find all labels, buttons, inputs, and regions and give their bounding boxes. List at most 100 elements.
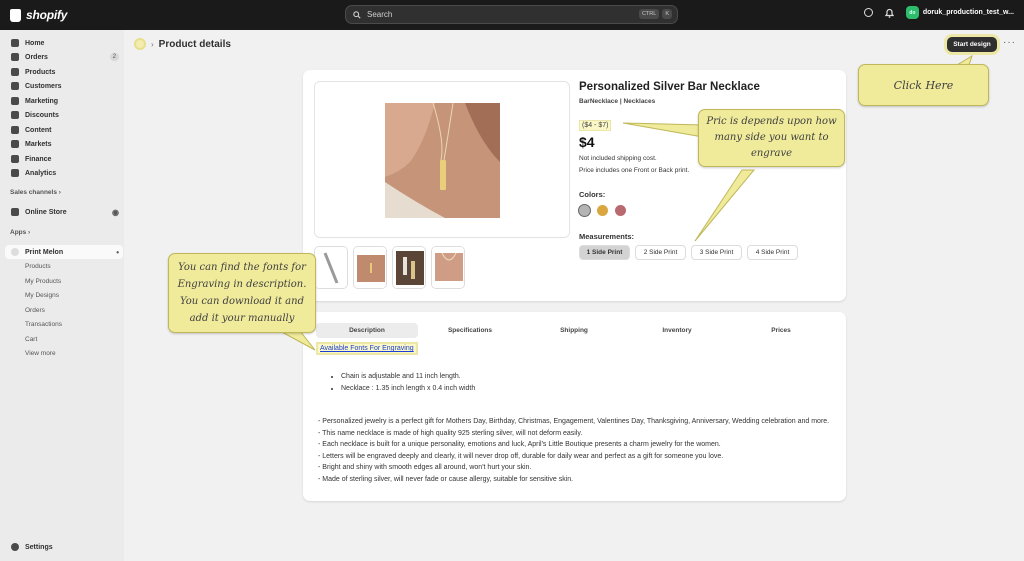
color-swatch-gold[interactable]: [597, 205, 608, 216]
list-item: Chain is adjustable and 11 inch length.: [341, 373, 475, 380]
app-subitem-transactions[interactable]: Transactions: [25, 321, 62, 328]
list-item: Necklace : 1.35 inch length x 0.4 inch w…: [341, 385, 475, 392]
tab-specifications[interactable]: Specifications: [419, 323, 521, 338]
kbd-ctrl: CTRL: [638, 9, 660, 19]
tab-shipping[interactable]: Shipping: [523, 323, 625, 338]
print-melon-logo-icon[interactable]: [134, 38, 146, 50]
sales-channels-heading[interactable]: Sales channels ›: [10, 189, 61, 196]
sidebar-item-customers[interactable]: Customers: [5, 79, 123, 93]
app-subitem-orders[interactable]: Orders: [25, 307, 45, 314]
sidebar-item-label: Finance: [25, 155, 52, 163]
sidebar-item-content[interactable]: Content: [5, 123, 123, 137]
orders-count-badge: 2: [109, 53, 119, 61]
product-category: Necklaces: [623, 98, 656, 105]
sidebar-item-print-melon[interactable]: Print Melon •: [5, 245, 123, 259]
store-menu[interactable]: do doruk_production_test_w...: [905, 6, 1014, 19]
person-icon: [11, 82, 19, 90]
sidebar-item-label: Home: [25, 39, 45, 47]
sidebar-item-finance[interactable]: Finance: [5, 152, 123, 166]
description-line: - Each necklace is built for a unique pe…: [318, 441, 721, 448]
sidebar-item-label: Analytics: [25, 169, 57, 177]
sidebar-item-settings[interactable]: Settings: [5, 540, 123, 554]
measurement-3-side[interactable]: 3 Side Print: [691, 245, 742, 260]
tab-description[interactable]: Description: [316, 323, 418, 338]
colors-label: Colors:: [579, 190, 606, 199]
fonts-for-engraving-link[interactable]: Available Fonts For Engraving: [318, 344, 416, 353]
app-subitem-my-products[interactable]: My Products: [25, 278, 61, 285]
sidebar-item-label: Settings: [25, 543, 53, 551]
gear-icon: [11, 543, 19, 551]
callout-price-note: Pric is depends upon how many side you w…: [698, 109, 845, 167]
sidebar-item-markets[interactable]: Markets: [5, 137, 123, 151]
search-bar[interactable]: Search CTRL K: [345, 5, 678, 24]
store-name: doruk_production_test_w...: [922, 9, 1014, 16]
print-melon-icon: [11, 248, 19, 256]
logo-text: shopify: [26, 8, 68, 22]
page-title: Product details: [158, 38, 231, 50]
product-thumbnail[interactable]: [392, 246, 426, 289]
bank-icon: [11, 155, 19, 163]
sidebar-item-label: Print Melon: [25, 248, 64, 256]
chevron-right-icon: ›: [151, 39, 154, 49]
sidebar-item-online-store[interactable]: Online Store ◉: [5, 205, 123, 219]
print-note: Price includes one Front or Back print.: [579, 167, 690, 174]
app-subitem-my-designs[interactable]: My Designs: [25, 292, 59, 299]
store-avatar: do: [905, 6, 919, 19]
shopify-logo[interactable]: shopify: [10, 8, 67, 22]
description-line: - Personalized jewelry is a perfect gift…: [318, 418, 830, 425]
orders-icon: [11, 53, 19, 61]
color-swatch-rose[interactable]: [615, 205, 626, 216]
app-subitem-view-more[interactable]: View more: [25, 350, 56, 357]
apps-heading[interactable]: Apps ›: [10, 229, 30, 236]
sidebar-item-label: Discounts: [25, 111, 59, 119]
product-thumbnail[interactable]: [431, 246, 465, 289]
start-design-button[interactable]: Start design: [947, 37, 997, 52]
sidebar-item-orders[interactable]: Orders 2: [5, 50, 123, 64]
store-icon: [11, 208, 19, 216]
product-title: Personalized Silver Bar Necklace: [579, 81, 760, 93]
tab-prices[interactable]: Prices: [730, 323, 832, 338]
search-placeholder: Search: [367, 10, 393, 19]
product-brand: BarNecklace: [579, 98, 619, 105]
search-shortcut: CTRL K: [638, 9, 672, 19]
eye-icon[interactable]: ◉: [112, 208, 119, 217]
pin-icon[interactable]: •: [116, 248, 119, 257]
color-swatch-silver[interactable]: [579, 205, 590, 216]
app-subitem-products[interactable]: Products: [25, 263, 51, 270]
product-thumbnail[interactable]: [353, 246, 387, 289]
description-line: - Letters will be engraved deeply and cl…: [318, 452, 724, 460]
tab-inventory[interactable]: Inventory: [626, 323, 728, 338]
sidekick-icon[interactable]: [863, 8, 873, 17]
necklace-photo-icon: [315, 82, 569, 237]
more-actions-icon[interactable]: ···: [1003, 37, 1016, 48]
details-card: Description Specifications Shipping Inve…: [303, 312, 846, 501]
sidebar-item-marketing[interactable]: Marketing: [5, 94, 123, 108]
app-subitem-cart[interactable]: Cart: [25, 336, 37, 343]
product-thumbnail[interactable]: [314, 246, 348, 289]
content-icon: [11, 126, 19, 134]
sidebar: Home Orders 2 Products Customers Marketin…: [0, 30, 124, 561]
measurement-2-side[interactable]: 2 Side Print: [635, 245, 686, 260]
callout-click-here: Click Here: [858, 64, 989, 106]
measurement-4-side[interactable]: 4 Side Print: [747, 245, 798, 260]
product-meta: BarNecklace | Necklaces: [579, 98, 656, 105]
measurement-1-side[interactable]: 1 Side Print: [579, 245, 630, 260]
description-line: - Made of sterling silver, will never fa…: [318, 475, 574, 483]
product-main-image[interactable]: [314, 81, 570, 238]
sidebar-item-products[interactable]: Products: [5, 65, 123, 79]
callout-fonts-note: You can find the fonts for Engraving in …: [168, 253, 316, 333]
apps-label: Apps: [10, 229, 27, 236]
sidebar-item-home[interactable]: Home: [5, 36, 123, 50]
sidebar-item-discounts[interactable]: Discounts: [5, 108, 123, 122]
sales-channels-label: Sales channels: [10, 189, 57, 196]
product-price: $4: [579, 134, 595, 150]
sidebar-item-label: Products: [25, 68, 56, 76]
shipping-note: Not included shipping cost.: [579, 155, 657, 162]
price-range: ($4 - $7): [579, 120, 612, 131]
breadcrumb: › Product details: [134, 38, 231, 50]
sidebar-item-label: Customers: [25, 82, 62, 90]
chart-icon: [11, 169, 19, 177]
sidebar-item-label: Content: [25, 126, 52, 134]
sidebar-item-analytics[interactable]: Analytics: [5, 166, 123, 180]
bell-icon[interactable]: [884, 8, 894, 18]
